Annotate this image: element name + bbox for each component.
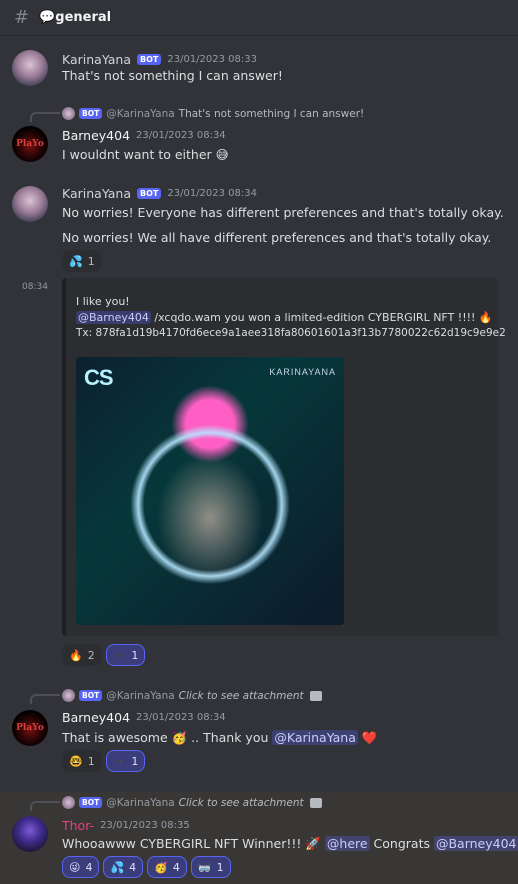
reaction-count: 2 [87,648,95,662]
sweat-drops-icon: 💦 [110,860,125,874]
reaction-goggles[interactable]: 🥽 1 [190,856,231,878]
sweat-drops-icon: 💦 [69,254,83,268]
message-text: That is awesome 🥳 .. Thank you [62,730,273,745]
reaction-count: 1 [216,860,224,874]
reaction-nerd[interactable]: 🤓 1 [62,750,102,772]
avatar[interactable] [12,816,48,852]
bot-badge: BOT [79,108,103,119]
party-face-icon: 🥳 [154,860,168,874]
reaction-fire[interactable]: 🔥 2 [62,644,102,666]
reaction-count: 1 [131,754,139,768]
reply-snippet: That's not something I can answer! [178,107,365,120]
reply-connector [30,694,60,704]
reply-author: @KarinaYana [106,796,175,809]
mention-here[interactable]: @here [324,836,370,851]
avatar[interactable] [12,50,48,86]
reply-author: @KarinaYana [106,107,175,120]
reply-connector [30,801,60,811]
nerd-face-icon: 🤓 [69,754,83,768]
channel-hash-icon: # [14,7,30,28]
reply-preview[interactable]: BOT @KarinaYana Click to see attachment [62,796,322,809]
image-brand: KARINAYANA [269,367,336,377]
message-text: That's not something I can answer! [62,68,283,83]
timestamp: 23/01/2023 08:35 [100,820,190,831]
author-name[interactable]: KarinaYana [62,52,131,67]
author-name[interactable]: KarinaYana [62,186,131,201]
reply-preview[interactable]: BOT @KarinaYana Click to see attachment [62,689,322,702]
mention-karina[interactable]: @KarinaYana [272,730,358,745]
reply-avatar [62,689,75,702]
reply-preview[interactable]: BOT @KarinaYana That's not something I c… [62,107,364,120]
reaction-wink-tongue[interactable]: 😜 4 [62,856,100,878]
message-text-line1: No worries! Everyone has different prefe… [62,205,504,220]
reaction-square[interactable]: ▪️ 1 [105,750,146,772]
channel-title: 💬general [39,10,112,25]
timestamp: 23/01/2023 08:34 [136,130,226,141]
timestamp: 08:34 [22,282,48,292]
fire-icon: 🔥 [69,648,83,662]
author-name[interactable]: Thor- [62,818,94,833]
bot-badge: BOT [137,54,162,65]
embed-line1: I like you! [76,295,130,308]
avatar[interactable]: PlaYo [12,710,48,746]
reaction-count: 4 [85,860,93,874]
avatar[interactable]: PlaYo [12,126,48,162]
message-text-line2: No worries! We all have different prefer… [62,230,492,245]
channel-header: # 💬general [0,0,518,36]
mention-barney[interactable]: @Barney404 [433,836,518,851]
reply-snippet: Click to see attachment [178,796,304,809]
nft-embed: I like you! @Barney404 /xcqdo.wam you wo… [62,278,506,636]
avatar-logo-icon: PlaYo [16,723,44,733]
reply-snippet: Click to see attachment [178,689,304,702]
image-icon [309,797,322,808]
heart-icon: ❤️ [357,730,378,745]
reaction-count: 4 [172,860,180,874]
message-karina-2: KarinaYana BOT 23/01/2023 08:34 No worri… [0,180,518,272]
reaction-sweat-drops[interactable]: 💦 4 [103,856,144,878]
timestamp: 23/01/2023 08:33 [167,54,257,65]
square-icon: ▪️ [112,648,127,662]
author-name[interactable]: Barney404 [62,710,130,725]
message-text-mid: Congrats [369,836,434,851]
image-logo: CS [84,365,114,390]
embed-line2: /xcqdo.wam you won a limited-edition CYB… [150,311,493,324]
reply-author: @KarinaYana [106,689,175,702]
reaction-party-face[interactable]: 🥳 4 [147,856,187,878]
message-thor: BOT @KarinaYana Click to see attachment … [0,792,518,884]
reaction-square[interactable]: ▪️ 1 [105,644,146,666]
square-icon: ▪️ [112,754,127,768]
message-karina-1: KarinaYana BOT 23/01/2023 08:33 That's n… [0,40,518,90]
image-icon [309,690,322,701]
wink-tongue-icon: 😜 [69,860,81,874]
message-text: I wouldnt want to either 😅 [62,147,229,162]
reaction-count: 1 [87,254,95,268]
avatar[interactable] [12,186,48,222]
timestamp: 23/01/2023 08:34 [167,188,257,199]
bot-badge: BOT [79,797,103,808]
bot-badge: BOT [79,690,103,701]
reaction-count: 4 [129,860,137,874]
reaction-sweat-drops[interactable]: 💦 1 [62,250,102,272]
bot-badge: BOT [137,188,162,199]
author-name[interactable]: Barney404 [62,128,130,143]
reply-connector [30,112,60,122]
goggles-icon: 🥽 [197,860,212,874]
message-text: Whooawww CYBERGIRL NFT Winner!!! 🚀 [62,836,325,851]
reply-avatar [62,107,75,120]
avatar-logo-icon: PlaYo [16,139,44,149]
nft-image[interactable]: CS KARINAYANA [76,357,344,625]
timestamp: 23/01/2023 08:34 [136,712,226,723]
reaction-count: 1 [131,648,139,662]
embed-line3: Tx: 878fa1d19b4170fd6ece9a1aee318fa80601… [76,327,506,339]
mention-barney[interactable]: @Barney404 [76,311,151,324]
message-barney-1: BOT @KarinaYana That's not something I c… [0,104,518,174]
message-barney-2: BOT @KarinaYana Click to see attachment … [0,686,518,776]
reaction-count: 1 [87,754,95,768]
reply-avatar [62,796,75,809]
